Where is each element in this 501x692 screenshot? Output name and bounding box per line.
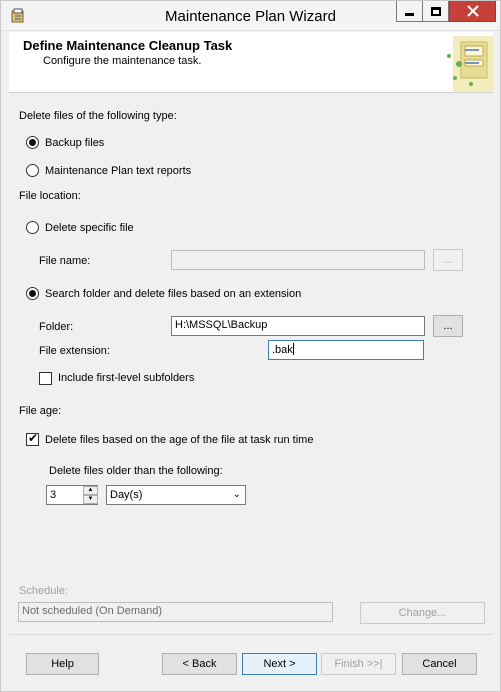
delete-by-age-checkbox[interactable]: ✔: [26, 431, 39, 446]
file-name-label: File name:: [39, 255, 91, 267]
backup-files-label[interactable]: Backup files: [45, 137, 104, 149]
text-reports-label[interactable]: Maintenance Plan text reports: [45, 165, 191, 177]
text-reports-radio[interactable]: [26, 164, 39, 177]
checkmark-icon: ✔: [28, 431, 39, 445]
minimize-icon: [405, 12, 414, 16]
age-unit-select[interactable]: Day(s) ⌄: [106, 485, 246, 505]
search-folder-label[interactable]: Search folder and delete files based on …: [45, 288, 301, 300]
age-amount-value[interactable]: 3: [50, 489, 56, 501]
spin-down-icon[interactable]: ▼: [83, 495, 98, 504]
footer-divider: [9, 634, 493, 635]
file-name-input[interactable]: [171, 250, 425, 270]
file-extension-label: File extension:: [39, 345, 110, 357]
schedule-label: Schedule:: [19, 585, 68, 597]
search-folder-radio[interactable]: [26, 287, 39, 300]
back-button[interactable]: < Back: [162, 653, 237, 675]
file-location-label: File location:: [19, 190, 81, 202]
file-extension-value: .bak: [272, 344, 293, 356]
folder-input[interactable]: H:\MSSQL\Backup: [171, 316, 425, 336]
page-subtitle: Configure the maintenance task.: [43, 55, 202, 67]
chevron-down-icon: ⌄: [232, 489, 241, 500]
delete-specific-file-label[interactable]: Delete specific file: [45, 222, 134, 234]
include-subfolders-label[interactable]: Include first-level subfolders: [58, 372, 194, 384]
delete-type-label: Delete files of the following type:: [19, 110, 177, 122]
include-subfolders-checkbox[interactable]: [39, 372, 52, 385]
browse-file-button[interactable]: ...: [433, 249, 463, 271]
file-extension-input[interactable]: .bak: [268, 340, 424, 360]
cancel-button[interactable]: Cancel: [402, 653, 477, 675]
text-caret: [292, 343, 294, 355]
close-button[interactable]: [449, 1, 496, 22]
folder-label: Folder:: [39, 321, 74, 333]
close-icon: [466, 5, 479, 17]
title-bar[interactable]: Maintenance Plan Wizard: [1, 1, 500, 31]
older-than-label: Delete files older than the following:: [49, 465, 223, 477]
age-amount-stepper[interactable]: 3 ▲ ▼: [46, 485, 98, 505]
file-age-label: File age:: [19, 405, 62, 417]
wizard-banner-graphic: [447, 36, 493, 92]
change-schedule-button[interactable]: Change...: [360, 602, 485, 624]
delete-by-age-label[interactable]: Delete files based on the age of the fil…: [45, 434, 313, 446]
wizard-window: Maintenance Plan Wizard Define Maintenan…: [0, 0, 501, 692]
backup-files-radio[interactable]: [26, 136, 39, 149]
browse-folder-button[interactable]: ...: [433, 315, 463, 337]
help-button[interactable]: Help: [26, 653, 99, 675]
spin-up-icon[interactable]: ▲: [83, 486, 98, 495]
wizard-header: Define Maintenance Cleanup Task Configur…: [9, 32, 493, 93]
minimize-button[interactable]: [396, 1, 422, 22]
page-title: Define Maintenance Cleanup Task: [23, 38, 233, 53]
age-unit-value: Day(s): [110, 489, 143, 501]
maximize-button[interactable]: [422, 1, 449, 22]
finish-button[interactable]: Finish >>|: [321, 653, 396, 675]
schedule-input[interactable]: Not scheduled (On Demand): [18, 602, 333, 622]
next-button[interactable]: Next >: [242, 653, 317, 675]
maximize-icon: [430, 6, 441, 16]
delete-specific-file-radio[interactable]: [26, 221, 39, 234]
